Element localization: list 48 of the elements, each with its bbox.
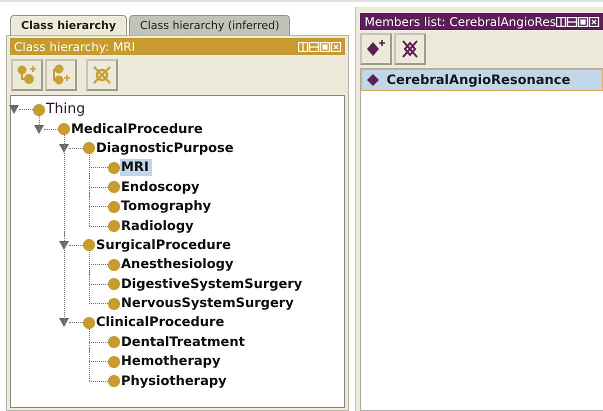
class-icon (108, 258, 120, 271)
view-title: Class hierarchy: MRI (14, 40, 136, 54)
tree-item[interactable]: DentalTreatment (120, 334, 248, 351)
tree-item[interactable]: DigestiveSystemSurgery (120, 276, 306, 293)
add-sibling-icon (50, 64, 72, 86)
expand-triangle-icon[interactable] (59, 144, 69, 153)
tree-item[interactable]: MedicalProcedure (70, 120, 206, 138)
class-icon (108, 336, 120, 348)
tree-item[interactable]: NervousSystemSurgery (120, 295, 297, 312)
tree-item[interactable]: Thing (45, 101, 88, 118)
member-item[interactable]: CerebralAngioResonance (361, 69, 603, 91)
class-icon (83, 142, 95, 154)
tree-item[interactable]: Tomography (120, 198, 214, 216)
tree-item[interactable]: DiagnosticPurpose (95, 140, 237, 157)
class-icon (108, 200, 120, 213)
add-subclass-icon (16, 64, 38, 86)
delete-individual-button[interactable] (394, 33, 426, 65)
class-icon (58, 123, 70, 136)
tree-item[interactable]: Radiology (120, 218, 197, 235)
tab[interactable]: Class hierarchy (inferred) (129, 15, 290, 35)
class-icon (108, 162, 120, 174)
tree-item[interactable]: Endoscopy (120, 178, 203, 196)
diamond-icon (366, 73, 380, 87)
class-icon (33, 104, 45, 116)
expand-triangle-icon[interactable] (59, 318, 69, 328)
tree-item[interactable]: ClinicalProcedure (95, 314, 228, 332)
tree-item[interactable]: MRI (120, 159, 152, 176)
window-controls-icon[interactable] (556, 16, 600, 26)
view-title: Members list: CerebralAngioRes (364, 14, 556, 28)
expand-triangle-icon[interactable] (34, 124, 44, 134)
tree-item[interactable]: Anesthesiology (120, 256, 236, 274)
expand-triangle-icon[interactable] (59, 240, 69, 250)
member-label: CerebralAngioResonance (386, 72, 570, 88)
class-icon (108, 356, 120, 368)
tree-item[interactable]: Hemotherapy (120, 353, 224, 370)
class-icon (108, 181, 120, 194)
crossed-circle-icon (91, 64, 113, 86)
class-icon (108, 375, 120, 388)
tree-item[interactable]: Physiotherapy (120, 372, 230, 390)
add-individual-button[interactable] (360, 33, 392, 65)
class-icon (108, 220, 120, 232)
class-icon (108, 298, 120, 310)
expand-triangle-icon[interactable] (9, 105, 19, 114)
class-icon (108, 278, 120, 290)
class-icon (83, 239, 95, 252)
tab[interactable]: Class hierarchy (10, 15, 128, 35)
class-icon (83, 316, 95, 329)
tree-item[interactable]: SurgicalProcedure (95, 236, 234, 254)
